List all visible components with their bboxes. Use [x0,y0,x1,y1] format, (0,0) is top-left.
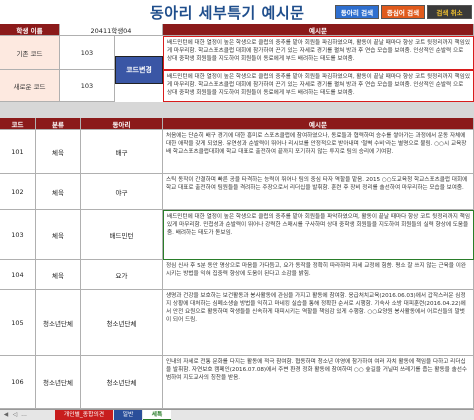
row-example-text: 배드민턴에 대한 열정이 높은 학생으로 클럽의 중추를 맡아 회원들을 파악하… [163,210,474,260]
table-header-row: 코드 분류 동아리 예시문 [0,118,474,130]
row-club: 배구 [81,130,163,174]
row-category: 체육 [36,210,81,260]
page-title: 동아리 세부특기 예시문 [150,4,305,22]
student-name-value[interactable]: 20411학생04 [60,24,163,36]
table-row[interactable]: 103 체육 배드민턴 배드민턴에 대한 열정이 높은 학생으로 클럽의 중추를… [0,210,474,260]
code-change-button[interactable]: 코드변경 [115,56,163,84]
tab-individual-opinion[interactable]: 개인별_종합의견 [55,410,113,420]
code-block: 기존 코드 103 새로운 코드 103 코드변경 배드민턴에 대한 열정이 높… [0,36,474,102]
row-club: 요가 [81,260,163,290]
row-code: 106 [0,356,36,409]
row-example-text: 인내의 자세로 전통 문화를 다지는 활동에 적극 참여함. 협동하며 청소년 … [163,356,474,409]
prev-sheet-icon[interactable]: ◁ [11,410,19,420]
more-sheets-icon[interactable]: … [20,410,28,420]
title-bar: 동아리 세부특기 예시문 동아리 검색 증심어 검색 검색 취소 [0,0,474,24]
student-name-label: 학생 이름 [0,24,60,36]
first-sheet-icon[interactable]: ◀ [2,410,10,420]
row-category: 체육 [36,130,81,174]
keyword-search-button[interactable]: 증심어 검색 [381,5,425,19]
old-example-text: 배드민턴에 대한 열정이 높은 학생으로 클럽의 중추를 맡아 회원들 파김하였… [163,36,474,70]
row-example-text: 처음에는 단순히 배구 경기에 대한 흥미로 스포츠클럽에 참여하였으나, 동료… [163,130,474,174]
row-category: 체육 [36,260,81,290]
new-example-text[interactable]: 배드민턴에 대한 열정이 높은 학생으로 클럽의 중추를 맡아 회원들 파김하였… [163,70,474,102]
row-club: 청소년단체 [81,356,163,409]
cancel-search-button[interactable]: 검색 취소 [427,5,472,19]
col-example-header: 예시문 [163,118,474,130]
row-example-text: 생명과 건강을 보호하는 보건활동과 봉사활동에 관심을 가지고 활동에 참여함… [163,290,474,356]
row-code: 105 [0,290,36,356]
row-category: 체육 [36,174,81,210]
tab-special-remarks[interactable]: 세특 [143,410,171,420]
col-code-header: 코드 [0,118,36,130]
row-category: 청소년단체 [36,290,81,356]
table-row[interactable]: 106 청소년단체 청소년단체 인내의 자세로 전통 문화를 다지는 활동에 적… [0,356,474,409]
old-code-label: 기존 코드 [0,36,60,70]
row-code: 104 [0,260,36,290]
example-header: 예시문 [163,24,474,36]
row-example-text: 스틱 동작이 간결하며 빠른 공을 타격하는 능력이 뛰어나 팀의 중심 타자 … [163,174,474,210]
row-code: 103 [0,210,36,260]
row-example-text: 정심 신사 후 5분 동안 명상으로 마음을 가다듬고, 요가 동작을 정확히 … [163,260,474,290]
col-club-header: 동아리 [81,118,163,130]
row-code: 101 [0,130,36,174]
table-row[interactable]: 105 청소년단체 청소년단체 생명과 건강을 보호하는 보건활동과 봉사활동에… [0,290,474,356]
col-category-header: 분류 [36,118,81,130]
row-code: 102 [0,174,36,210]
row-club: 청소년단체 [81,290,163,356]
table-row[interactable]: 104 체육 요가 정심 신사 후 5분 동안 명상으로 마음을 가다듬고, 요… [0,260,474,290]
new-code-value[interactable]: 103 [60,70,115,102]
club-search-button[interactable]: 동아리 검색 [335,5,379,19]
student-header-row: 학생 이름 20411학생04 예시문 [0,24,474,36]
row-category: 청소년단체 [36,356,81,409]
new-code-label: 새로운 코드 [0,70,60,102]
table-row[interactable]: 102 체육 야구 스틱 동작이 간결하며 빠른 공을 타격하는 능력이 뛰어나… [0,174,474,210]
tab-general[interactable]: 일반 [114,410,142,420]
old-code-value[interactable]: 103 [60,36,115,70]
spacer-row [0,102,474,118]
sheet-tab-bar: ◀ ◁ … 개인별_종합의견 일반 세특 [0,409,474,420]
row-club: 배드민턴 [81,210,163,260]
row-club: 야구 [81,174,163,210]
table-row[interactable]: 101 체육 배구 처음에는 단순히 배구 경기에 대한 흥미로 스포츠클럽에 … [0,130,474,174]
